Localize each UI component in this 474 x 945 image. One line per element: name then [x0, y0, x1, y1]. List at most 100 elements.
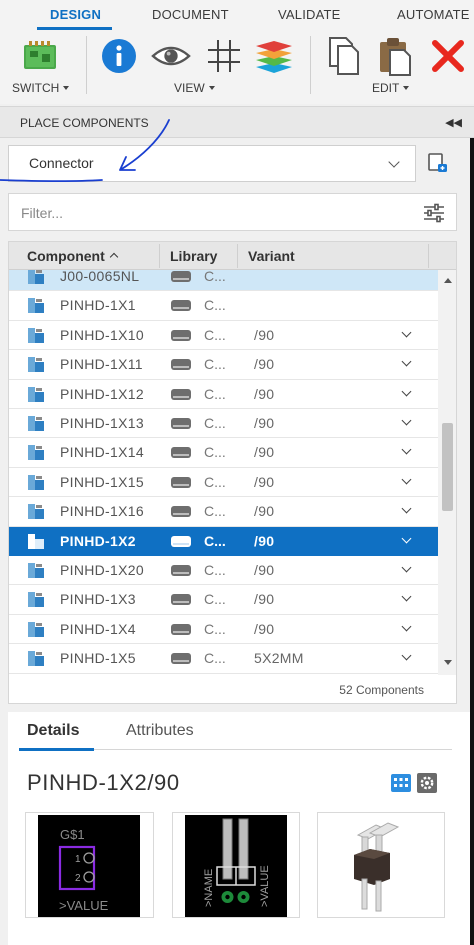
switch-group-menu[interactable]: SWITCH [12, 81, 70, 95]
copy-icon[interactable] [324, 36, 364, 76]
component-name: PINHD-1X4 [60, 620, 136, 637]
tab-automate[interactable]: AUTOMATE [397, 7, 470, 22]
double-chevron-left-icon[interactable]: ◀◀ [445, 116, 462, 129]
view-group-label: VIEW [174, 81, 205, 95]
eye-icon[interactable] [151, 36, 191, 76]
chevron-down-icon[interactable] [401, 356, 412, 367]
chevron-down-icon[interactable] [401, 650, 412, 661]
board-switch-icon[interactable] [20, 36, 60, 76]
toolbar-divider [86, 36, 87, 94]
schematic-symbol: G$1 1 2 >VALUE [58, 827, 109, 913]
table-row[interactable]: J00-0065NL C... [9, 270, 438, 292]
caret-down-icon [208, 86, 215, 90]
panel-edge [470, 138, 474, 945]
chevron-down-icon[interactable] [401, 503, 412, 514]
chevron-down-icon[interactable] [401, 327, 412, 338]
paste-icon[interactable] [375, 36, 415, 76]
library-add-icon[interactable] [427, 152, 449, 174]
package-view-icon[interactable] [391, 774, 411, 792]
gear-icon[interactable] [417, 773, 437, 793]
chevron-down-icon[interactable] [401, 474, 412, 485]
tab-attributes[interactable]: Attributes [126, 722, 194, 740]
table-row[interactable]: PINHD-1X3 C... /90 [9, 585, 438, 615]
library-name: C... [204, 473, 226, 490]
component-icon [28, 386, 44, 402]
table-row[interactable]: PINHD-1X11 C... /90 [9, 350, 438, 380]
chevron-down-icon[interactable] [401, 386, 412, 397]
library-name: C... [204, 444, 226, 461]
table-body: J00-0065NL C... PINHD-1X1 C... PINHD-1X10 C..… [9, 270, 438, 675]
component-icon [28, 504, 44, 520]
component-icon [28, 445, 44, 461]
scroll-up-icon[interactable] [444, 278, 452, 283]
tab-details[interactable]: Details [27, 722, 79, 740]
sliders-icon[interactable] [423, 203, 445, 223]
chevron-down-icon[interactable] [401, 562, 412, 573]
library-icon [171, 565, 191, 576]
column-divider[interactable] [237, 244, 238, 268]
view-group-menu[interactable]: VIEW [174, 81, 215, 95]
info-icon[interactable] [99, 36, 139, 76]
pin-2-label: 2 [75, 873, 81, 884]
edit-group-label: EDIT [372, 81, 400, 95]
table-row[interactable]: PINHD-1X13 C... /90 [9, 409, 438, 439]
table-row[interactable]: PINHD-1X16 C... /90 [9, 497, 438, 527]
pin-header-3d-model [354, 822, 400, 912]
footprint-preview[interactable]: >NAME >VALUE [172, 812, 300, 918]
table-row[interactable]: PINHD-1X1 C... [9, 291, 438, 321]
library-name: C... [204, 270, 226, 284]
chevron-down-icon[interactable] [401, 533, 412, 544]
column-header-library[interactable]: Library [170, 248, 217, 264]
schematic-preview[interactable]: G$1 1 2 >VALUE [25, 812, 154, 918]
component-icon [28, 563, 44, 578]
grid-icon[interactable] [204, 36, 244, 76]
tab-validate[interactable]: VALIDATE [278, 7, 341, 22]
library-select[interactable]: Connector [8, 145, 416, 182]
tab-document[interactable]: DOCUMENT [152, 7, 229, 22]
chevron-down-icon[interactable] [401, 415, 412, 426]
table-row[interactable]: PINHD-1X14 C... /90 [9, 438, 438, 468]
chevron-down-icon[interactable] [401, 591, 412, 602]
chevron-down-icon[interactable] [401, 621, 412, 632]
delete-icon[interactable] [428, 36, 468, 76]
chevron-down-icon[interactable] [401, 444, 412, 455]
library-name: C... [204, 591, 226, 608]
edit-group-menu[interactable]: EDIT [372, 81, 410, 95]
sort-ascending-icon [109, 252, 119, 262]
tab-design[interactable]: DESIGN [50, 7, 101, 22]
table-scrollbar[interactable] [438, 270, 456, 675]
library-select-value: Connector [29, 155, 94, 171]
library-icon [171, 447, 191, 459]
scrollbar-thumb[interactable] [442, 423, 453, 511]
column-divider[interactable] [428, 244, 429, 268]
variant-name: /90 [254, 415, 275, 431]
table-row[interactable]: PINHD-1X10 C... /90 [9, 321, 438, 351]
component-icon [28, 298, 44, 314]
component-name: PINHD-1X3 [60, 591, 136, 608]
filter-bar [8, 193, 457, 231]
scroll-down-icon[interactable] [444, 660, 452, 665]
column-header-variant[interactable]: Variant [248, 248, 295, 264]
table-row[interactable]: PINHD-1X4 C... /90 [9, 615, 438, 645]
layers-icon[interactable] [254, 36, 294, 76]
table-row[interactable]: PINHD-1X5 C... 5X2MM [9, 644, 438, 674]
library-name: C... [204, 650, 226, 667]
column-divider[interactable] [159, 244, 160, 268]
table-row[interactable]: PINHD-1X12 C... /90 [9, 380, 438, 409]
details-panel: Details Attributes PINHD-1X2/90 G$1 1 2 … [8, 712, 470, 945]
variant-name: /90 [254, 356, 275, 373]
library-name: C... [204, 385, 226, 402]
component-name: PINHD-1X16 [60, 503, 144, 520]
table-row[interactable]: PINHD-1X15 C... /90 [9, 468, 438, 498]
library-icon [171, 359, 191, 371]
table-row[interactable]: PINHD-1X20 C... /90 [9, 556, 438, 586]
place-components-header: PLACE COMPONENTS ◀◀ [0, 106, 474, 138]
palette-title: PLACE COMPONENTS [20, 116, 149, 130]
table-row[interactable]: PINHD-1X2 C... /90 [9, 526, 438, 556]
3d-model-preview[interactable] [317, 812, 445, 918]
component-name: PINHD-1X2 [60, 532, 136, 549]
variant-name: /90 [254, 444, 275, 461]
library-icon [171, 418, 191, 429]
column-header-component[interactable]: Component [27, 248, 119, 264]
filter-input[interactable] [21, 202, 401, 224]
